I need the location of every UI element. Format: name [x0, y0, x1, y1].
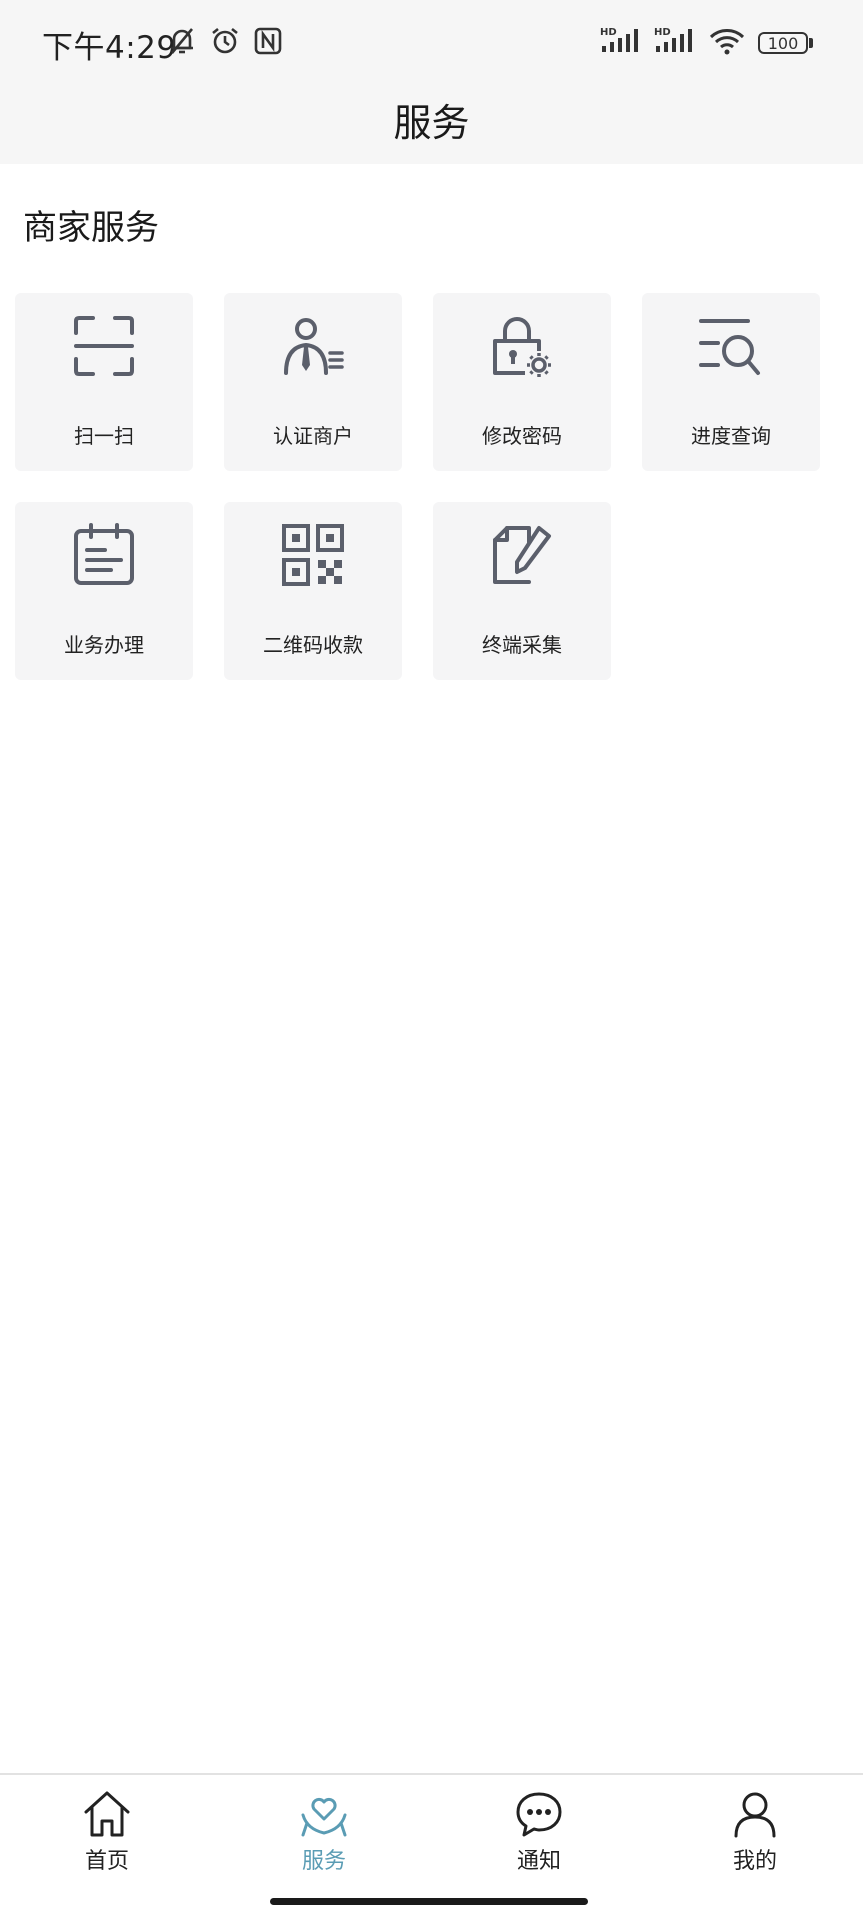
page-header: 服务: [0, 88, 863, 164]
edit-document-icon: [433, 522, 611, 588]
battery-level: 100: [758, 32, 808, 54]
page-title: 服务: [393, 101, 470, 145]
status-bar: 下午4:29 HD HD 100: [0, 0, 863, 88]
user-icon: [695, 1789, 815, 1839]
service-tile-qr-payment[interactable]: 二维码收款: [224, 502, 402, 680]
nav-item-home[interactable]: 首页: [47, 1789, 167, 1875]
scan-icon: [15, 313, 193, 379]
service-tile-terminal-collect[interactable]: 终端采集: [433, 502, 611, 680]
business-calendar-icon: [15, 522, 193, 588]
svg-text:HD: HD: [654, 27, 671, 38]
home-icon: [47, 1789, 167, 1839]
nav-label: 我的: [732, 1849, 777, 1874]
service-heart-icon: [264, 1789, 384, 1839]
merchant-certify-icon: [224, 313, 402, 379]
nav-label: 首页: [84, 1849, 129, 1874]
service-tile-change-password[interactable]: 修改密码: [433, 293, 611, 471]
lock-settings-icon: [433, 313, 611, 379]
service-tile-merchant-certify[interactable]: 认证商户: [224, 293, 402, 471]
progress-search-icon: [642, 313, 820, 379]
svg-text:HD: HD: [600, 27, 617, 38]
nav-item-service[interactable]: 服务: [264, 1789, 384, 1875]
signal-icon: HD: [600, 26, 642, 60]
section-title: 商家服务: [23, 208, 159, 248]
service-label: 修改密码: [482, 424, 562, 448]
qr-code-icon: [224, 522, 402, 588]
nav-item-mine[interactable]: 我的: [695, 1789, 815, 1875]
status-time: 下午4:29: [42, 30, 177, 66]
service-tile-progress-query[interactable]: 进度查询: [642, 293, 820, 471]
status-left-icons: [168, 26, 282, 60]
services-grid: 扫一扫 认证商户 修改密码 进度查询 业务办理 二维码收款 终端采集: [15, 293, 823, 680]
bell-off-icon: [168, 26, 196, 60]
service-label: 终端采集: [482, 633, 562, 657]
battery-icon: 100: [758, 32, 813, 54]
nav-item-notice[interactable]: 通知: [479, 1789, 599, 1875]
service-label: 业务办理: [64, 633, 144, 657]
alarm-icon: [210, 26, 240, 60]
home-indicator: [270, 1898, 588, 1905]
nav-label: 服务: [301, 1849, 346, 1874]
service-tile-business[interactable]: 业务办理: [15, 502, 193, 680]
wifi-icon: [708, 26, 746, 60]
service-label: 扫一扫: [74, 424, 134, 448]
nav-label: 通知: [516, 1849, 561, 1874]
service-label: 二维码收款: [263, 633, 363, 657]
signal-icon: HD: [654, 26, 696, 60]
service-label: 认证商户: [273, 424, 353, 448]
service-tile-scan[interactable]: 扫一扫: [15, 293, 193, 471]
nfc-icon: [254, 26, 282, 60]
service-label: 进度查询: [691, 424, 771, 448]
chat-bubble-icon: [479, 1789, 599, 1839]
status-right-icons: HD HD 100: [600, 26, 813, 60]
